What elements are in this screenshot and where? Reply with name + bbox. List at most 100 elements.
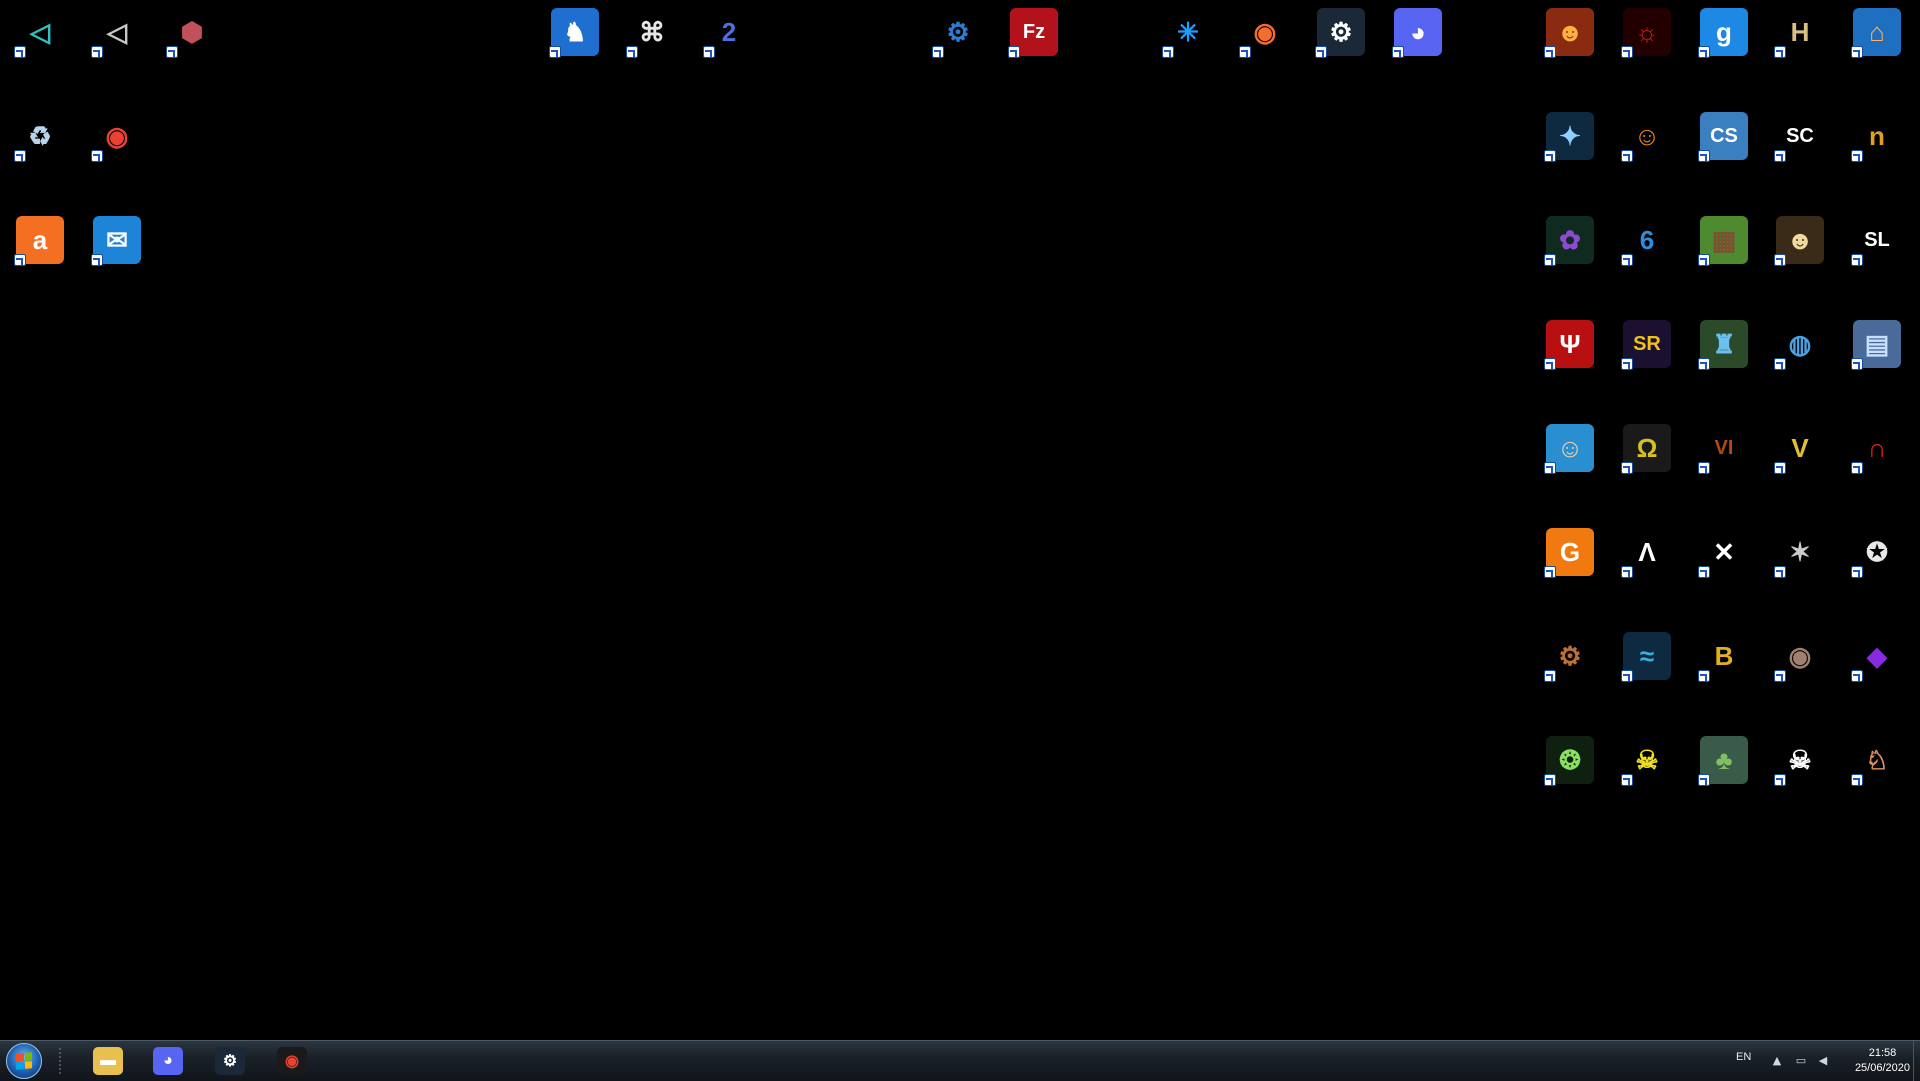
- rainbow-six-icon[interactable]: 6: [1621, 216, 1671, 266]
- icon-glyph: ⌂: [1869, 17, 1885, 47]
- green-creature-icon[interactable]: ❂: [1544, 736, 1594, 786]
- taskbar-steam-button[interactable]: ⚙: [204, 1044, 256, 1078]
- filezilla-icon[interactable]: Fz: [1008, 8, 1058, 58]
- taskbar-grip[interactable]: [58, 1047, 62, 1075]
- icon-glyph: ✕: [1713, 537, 1735, 567]
- icon-glyph: ♘: [1865, 745, 1889, 775]
- icon-glyph: ♜: [1712, 329, 1736, 359]
- thunderbird-icon[interactable]: ✉: [91, 216, 141, 266]
- shortcut-arrow-icon: [1544, 150, 1556, 162]
- chrome-icon[interactable]: ◉: [91, 112, 141, 162]
- network-icon[interactable]: ▭: [1794, 1053, 1808, 1067]
- shortcut-arrow-icon: [1774, 670, 1786, 682]
- simcity-icon[interactable]: SC: [1774, 112, 1824, 162]
- dark-souls-icon[interactable]: ☼: [1621, 8, 1671, 58]
- earth-globe-icon[interactable]: ◍: [1774, 320, 1824, 370]
- icon-glyph: ♞: [563, 17, 587, 47]
- shortcut-arrow-icon: [1698, 254, 1710, 266]
- icon-glyph: ✳: [1177, 17, 1199, 47]
- house-app-icon[interactable]: ⌂: [1851, 8, 1901, 58]
- dragon-ball-icon[interactable]: ☻: [1544, 8, 1594, 58]
- shortcut-arrow-icon: [1851, 566, 1863, 578]
- taskbar-discord-button[interactable]: ◕: [142, 1044, 194, 1078]
- prism-icon[interactable]: ◁: [14, 8, 64, 58]
- show-desktop-button[interactable]: [1913, 1041, 1920, 1081]
- icon-glyph: Fz: [1022, 21, 1046, 43]
- discord-icon[interactable]: ◕: [1392, 8, 1442, 58]
- taskbar-chrome-button[interactable]: ◉: [266, 1044, 318, 1078]
- taskbar-explorer-button[interactable]: ▬: [82, 1044, 134, 1078]
- garrys-mod-icon[interactable]: g: [1698, 8, 1748, 58]
- gog-galaxy-icon[interactable]: G: [1544, 528, 1594, 578]
- astronaut-game-icon[interactable]: ♞: [549, 8, 599, 58]
- clock[interactable]: 21:58 25/06/2020: [1855, 1046, 1910, 1076]
- shortcut-arrow-icon: [1851, 462, 1863, 474]
- icon-glyph: H: [1790, 17, 1810, 47]
- blue-dragon-icon[interactable]: ≈: [1621, 632, 1671, 682]
- shortcut-arrow-icon: [1315, 46, 1327, 58]
- space-engine-icon[interactable]: ✦: [1544, 112, 1594, 162]
- red-arch-icon[interactable]: ∩: [1851, 424, 1901, 474]
- shortcut-arrow-icon: [1621, 150, 1633, 162]
- minecraft-icon[interactable]: ▦: [1698, 216, 1748, 266]
- shortcut-arrow-icon: [14, 254, 26, 266]
- pixel-adventure-icon[interactable]: ♜: [1698, 320, 1748, 370]
- crystal-gem-icon[interactable]: ⬢: [166, 8, 216, 58]
- icon-glyph: ☻: [1786, 225, 1814, 255]
- steam-icon[interactable]: ⚙: [1315, 8, 1365, 58]
- orange-character-icon[interactable]: ☺: [1621, 112, 1671, 162]
- gold-b-icon[interactable]: B: [1698, 632, 1748, 682]
- white-skull-icon[interactable]: ☠: [1774, 736, 1824, 786]
- shortcut-arrow-icon: [1621, 358, 1633, 370]
- lotus-game-icon[interactable]: ✿: [1544, 216, 1594, 266]
- battlenet-icon[interactable]: ✳: [1162, 8, 1212, 58]
- barbed-wire-icon[interactable]: ✶: [1774, 528, 1824, 578]
- prism-outline-icon[interactable]: ◁: [91, 8, 141, 58]
- pixel-pet-icon[interactable]: ♘: [1851, 736, 1901, 786]
- streets-of-rogue-icon[interactable]: SR: [1621, 320, 1671, 370]
- icon-glyph: a: [32, 225, 48, 255]
- uac-gear-shield-icon[interactable]: ⚙: [932, 8, 982, 58]
- origin-icon[interactable]: ◉: [1239, 8, 1289, 58]
- start-button[interactable]: [6, 1043, 42, 1079]
- gamepad-icon[interactable]: ⌘: [626, 8, 676, 58]
- icon-glyph: 2: [721, 17, 737, 47]
- avast-icon[interactable]: a: [14, 216, 64, 266]
- civilization-v-icon[interactable]: V: [1774, 424, 1824, 474]
- recycle-bin-icon[interactable]: ♻: [14, 112, 64, 162]
- terraria-tree-icon[interactable]: ♣: [1698, 736, 1748, 786]
- old-man-portrait-icon[interactable]: ☺: [1544, 424, 1594, 474]
- volume-icon[interactable]: ◀: [1816, 1053, 1830, 1067]
- city-builder-icon[interactable]: ▤: [1851, 320, 1901, 370]
- n-game-icon[interactable]: n: [1851, 112, 1901, 162]
- bronze-gear-icon[interactable]: ⚙: [1544, 632, 1594, 682]
- language-indicator[interactable]: EN: [1736, 1051, 1751, 1063]
- apex-a-icon[interactable]: Λ: [1621, 528, 1671, 578]
- icon-glyph: ∩: [1867, 433, 1887, 463]
- icon-glyph: B: [1714, 641, 1734, 671]
- cuphead-icon[interactable]: ☻: [1774, 216, 1824, 266]
- civilization-vi-icon[interactable]: VI: [1698, 424, 1748, 474]
- shortcut-arrow-icon: [1851, 670, 1863, 682]
- show-hidden-icons-icon[interactable]: ▲: [1770, 1053, 1784, 1067]
- icon-glyph: 6: [1639, 225, 1655, 255]
- clock-date: 25/06/2020: [1854, 1062, 1910, 1074]
- star-badge-icon[interactable]: ✪: [1851, 528, 1901, 578]
- pcsx2-icon[interactable]: 2: [703, 8, 753, 58]
- shortcut-arrow-icon: [1621, 254, 1633, 266]
- hollow-knight-h-icon[interactable]: H: [1774, 8, 1824, 58]
- purple-cube-icon[interactable]: ◆: [1851, 632, 1901, 682]
- icon-glyph: ≈: [1639, 641, 1655, 671]
- metal-shield-icon[interactable]: ◉: [1774, 632, 1824, 682]
- red-warrior-icon[interactable]: Ψ: [1544, 320, 1594, 370]
- crossed-blades-icon[interactable]: ✕: [1698, 528, 1748, 578]
- icon-glyph: ◍: [1788, 329, 1812, 359]
- icon-glyph: Ω: [1636, 433, 1658, 463]
- shortcut-arrow-icon: [1544, 46, 1556, 58]
- icon-glyph: ☺: [1556, 433, 1584, 463]
- yellow-skull-icon[interactable]: ☠: [1621, 736, 1671, 786]
- icon-glyph: VI: [1714, 437, 1734, 459]
- cities-skylines-icon[interactable]: CS: [1698, 112, 1748, 162]
- gold-emblem-icon[interactable]: Ω: [1621, 424, 1671, 474]
- second-life-icon[interactable]: SL: [1851, 216, 1901, 266]
